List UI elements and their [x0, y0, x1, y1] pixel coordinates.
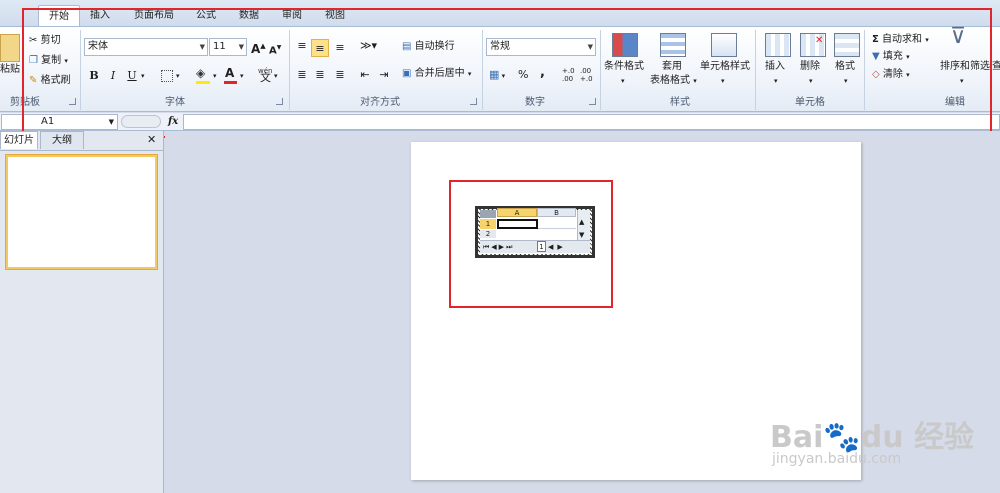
tab-slides[interactable]: 幻灯片	[0, 131, 38, 149]
pane-divider	[0, 150, 163, 151]
baidu-watermark-logo: Bai🐾du 经验	[770, 420, 975, 455]
sheet-nav-icons[interactable]: ⏮◀▶⏭	[483, 240, 514, 254]
sheet-tab[interactable]: 1	[537, 241, 546, 252]
paw-icon: 🐾	[823, 420, 861, 455]
select-all-corner[interactable]	[480, 210, 496, 218]
row-header-2[interactable]: 2	[480, 230, 496, 238]
column-header-b[interactable]: B	[537, 208, 576, 217]
highlight-frame-ribbon	[22, 8, 992, 138]
baidu-watermark-url: jingyan.baidu.com	[772, 451, 902, 467]
find-select-button[interactable]: 查	[992, 60, 1000, 74]
paste-button[interactable]: 粘贴	[0, 63, 20, 77]
gridline	[538, 228, 576, 229]
column-header-a[interactable]: A	[497, 208, 537, 217]
active-cell-a1[interactable]	[497, 219, 538, 229]
tab-outline[interactable]: 大纲	[40, 131, 84, 149]
row-header-1[interactable]: 1	[480, 219, 496, 229]
slide-thumbnail[interactable]	[6, 155, 157, 269]
close-icon[interactable]: ✕	[147, 133, 156, 147]
paste-icon	[0, 34, 20, 62]
scroll-up-icon[interactable]: ▲	[579, 215, 584, 229]
horizontal-scroll-icons[interactable]: ◀▶	[548, 240, 567, 254]
